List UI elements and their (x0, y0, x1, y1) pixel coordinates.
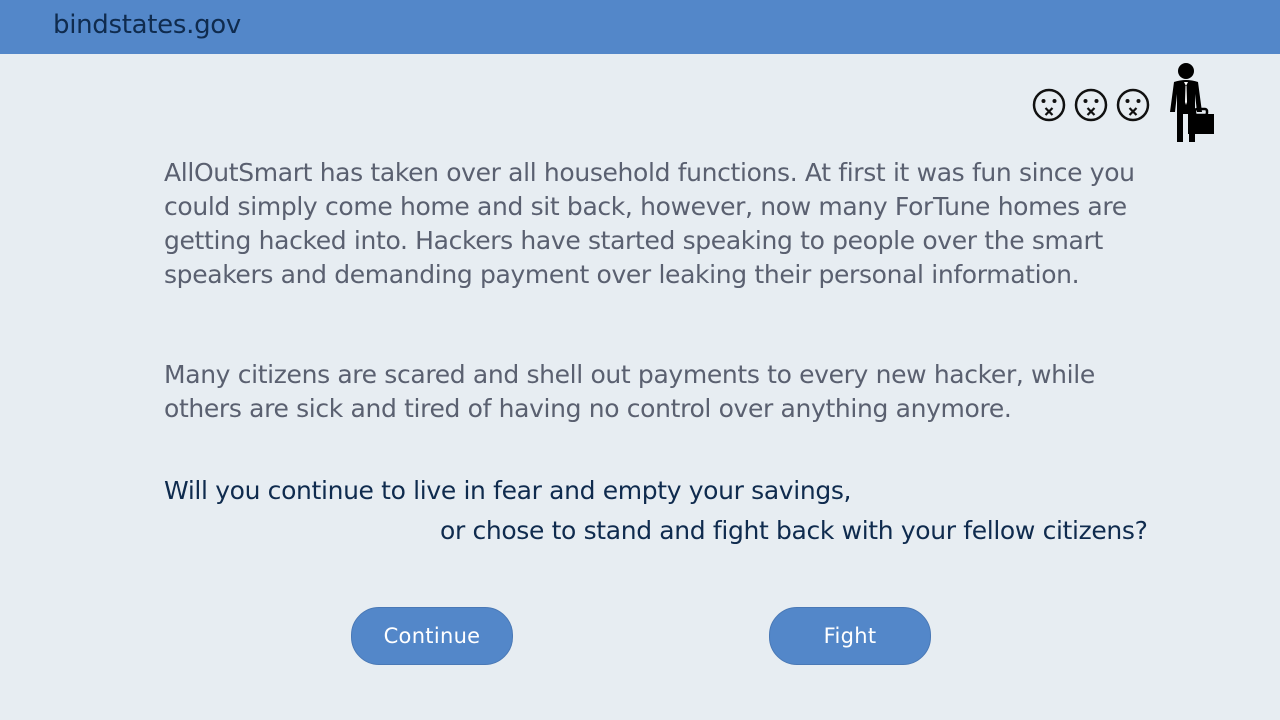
sad-face-icon (1116, 88, 1150, 122)
businessman-with-briefcase-icon (1164, 62, 1218, 146)
question-line-2: or chose to stand and fight back with yo… (440, 516, 1148, 545)
status-indicators (1030, 60, 1230, 150)
sad-face-icon (1074, 88, 1108, 122)
continue-button[interactable]: Continue (351, 607, 513, 665)
question-line-1: Will you continue to live in fear and em… (164, 476, 852, 505)
fight-button[interactable]: Fight (769, 607, 931, 665)
story-paragraph-1: AllOutSmart has taken over all household… (164, 158, 1135, 289)
top-bar: bindstates.gov (0, 0, 1280, 54)
story-paragraph-2: Many citizens are scared and shell out p… (164, 360, 1095, 423)
site-title[interactable]: bindstates.gov (53, 10, 241, 40)
sad-face-icon (1032, 88, 1066, 122)
